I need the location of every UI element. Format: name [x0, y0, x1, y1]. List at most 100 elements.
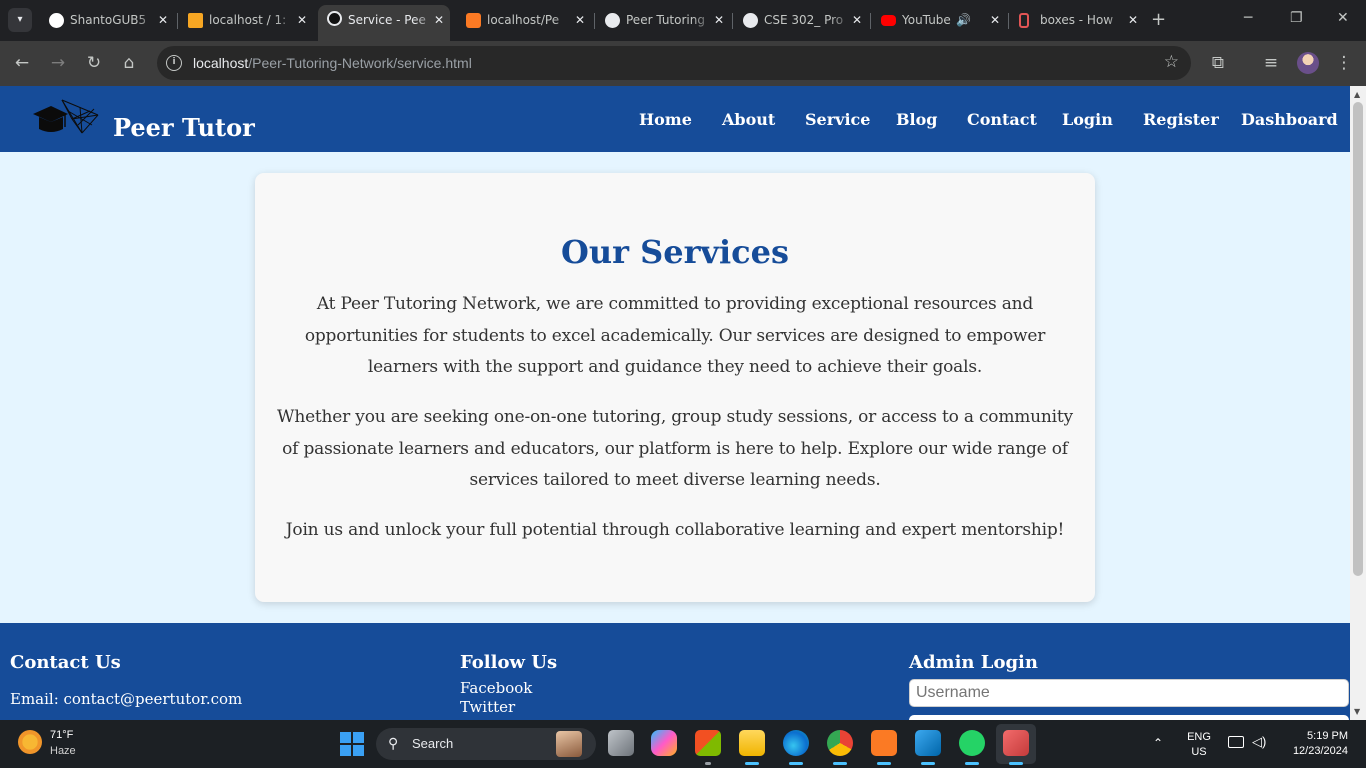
chrome-icon[interactable] [827, 730, 853, 765]
back-icon[interactable]: ← [11, 52, 33, 74]
tab-divider [1008, 13, 1009, 29]
network-icon[interactable] [1228, 736, 1244, 748]
new-tab-button[interactable]: + [1151, 9, 1166, 30]
nav-contact[interactable]: Contact [967, 110, 1037, 129]
store-icon[interactable] [695, 730, 721, 765]
tab-label: ShantoGUB5 [70, 13, 147, 27]
audio-playing-icon[interactable]: 🔊 [956, 6, 971, 35]
whatsapp-icon[interactable] [959, 730, 985, 765]
nav-login[interactable]: Login [1062, 110, 1113, 129]
xampp-icon [466, 13, 481, 28]
bookmark-star-icon[interactable]: ☆ [1164, 52, 1179, 72]
admin-username-input[interactable] [909, 679, 1349, 707]
tab-label: YouTube [902, 13, 951, 27]
close-icon[interactable]: ✕ [434, 5, 444, 35]
nav-blog[interactable]: Blog [896, 110, 937, 129]
input-language-indicator[interactable]: ENG US [1186, 730, 1212, 760]
site-footer: Contact Us Email: contact@peertutor.com … [0, 623, 1350, 720]
tab-cse302[interactable]: CSE 302_ Pro ✕ [734, 6, 868, 35]
tab-label: boxes - How [1040, 13, 1114, 27]
services-paragraph: At Peer Tutoring Network, we are committ… [304, 294, 1046, 378]
close-icon[interactable]: ✕ [158, 6, 168, 35]
task-view-icon[interactable] [608, 730, 634, 756]
tab-label: localhost / 1: [209, 13, 287, 27]
tab-search-button[interactable]: ▾ [8, 8, 32, 32]
tab-label: localhost/Pe [487, 13, 560, 27]
nav-dashboard[interactable]: Dashboard [1241, 110, 1338, 129]
nav-home[interactable]: Home [639, 110, 692, 129]
forward-icon[interactable]: → [47, 52, 69, 74]
taskbar-search[interactable]: ⚲ Search [376, 728, 596, 760]
nav-register[interactable]: Register [1143, 110, 1219, 129]
nav-about[interactable]: About [722, 110, 775, 129]
github-icon [49, 13, 64, 28]
show-hidden-icons-chevron-icon[interactable]: ⌃ [1153, 736, 1163, 750]
close-icon[interactable]: ✕ [714, 6, 724, 35]
windows-start-icon[interactable] [340, 732, 364, 756]
admin-login-heading: Admin Login [909, 652, 1038, 673]
tab-phpmyadmin[interactable]: localhost / 1: ✕ [179, 6, 313, 35]
openai-icon [605, 13, 620, 28]
windows-taskbar: 71°F Haze ⚲ Search ⌃ ENG US ◁) 5:19 PM 1… [0, 720, 1366, 768]
edge-icon[interactable] [783, 730, 809, 765]
weather-haze-icon[interactable] [18, 730, 42, 754]
tab-peer-tutoring[interactable]: Peer Tutoring ✕ [596, 6, 730, 35]
scroll-thumb[interactable] [1353, 102, 1363, 576]
site-brand[interactable]: Peer Tutor [113, 113, 255, 142]
volume-icon[interactable]: ◁) [1252, 734, 1266, 750]
close-icon[interactable]: ✕ [297, 6, 307, 35]
tab-divider [870, 13, 871, 29]
xampp-icon[interactable] [871, 730, 897, 765]
file-explorer-icon[interactable] [739, 730, 765, 765]
nav-service[interactable]: Service [805, 110, 870, 129]
system-clock[interactable]: 5:19 PM 12/23/2024 [1282, 729, 1348, 759]
address-url[interactable]: localhost/Peer-Tutoring-Network/service.… [193, 55, 472, 71]
close-icon[interactable]: ✕ [990, 6, 1000, 35]
close-icon[interactable]: ✕ [852, 6, 862, 35]
page-viewport: Peer Tutor Home About Service Blog Conta… [0, 86, 1350, 720]
weather-temperature[interactable]: 71°F [50, 729, 73, 741]
youtube-icon [881, 15, 896, 26]
graduation-cap-logo-icon[interactable] [32, 97, 100, 139]
tab-youtube[interactable]: YouTube 🔊 ✕ [872, 6, 1006, 35]
clock-time: 5:19 PM [1307, 730, 1348, 742]
search-icon: ⚲ [388, 735, 399, 751]
tab-divider [732, 13, 733, 29]
twitter-link[interactable]: Twitter [460, 698, 515, 716]
clock-date: 12/23/2024 [1292, 745, 1348, 757]
tab-service[interactable]: Service - Pee ✕ [318, 5, 450, 41]
minimize-icon[interactable]: ─ [1244, 10, 1252, 26]
browser-toolbar: ← → ↻ ⌂ i localhost/Peer-Tutoring-Networ… [0, 41, 1366, 86]
page-scrollbar[interactable]: ▲ ▼ [1350, 86, 1366, 720]
follow-heading: Follow Us [460, 652, 558, 673]
chatgpt-icon [743, 13, 758, 28]
tab-boxes[interactable]: boxes - How ✕ [1010, 6, 1144, 35]
service-icon [327, 11, 342, 26]
close-window-icon[interactable]: ✕ [1337, 10, 1349, 26]
address-bar[interactable]: i localhost/Peer-Tutoring-Network/servic… [157, 46, 1191, 80]
close-icon[interactable]: ✕ [1128, 6, 1138, 35]
profile-avatar[interactable] [1297, 52, 1319, 74]
tab-label: CSE 302_ Pro [764, 13, 844, 27]
media-control-icon[interactable]: ≡ [1260, 52, 1282, 74]
close-icon[interactable]: ✕ [575, 6, 585, 35]
reload-icon[interactable]: ↻ [83, 52, 105, 74]
site-info-icon[interactable]: i [166, 55, 182, 71]
scroll-down-arrow-icon[interactable]: ▼ [1354, 707, 1360, 716]
language-code: ENG [1187, 731, 1211, 743]
copilot-icon[interactable] [651, 730, 677, 756]
snipping-tool-icon[interactable] [1003, 730, 1029, 765]
tab-github[interactable]: ShantoGUB5 ✕ [40, 6, 174, 35]
menu-kebab-icon[interactable]: ⋮ [1333, 52, 1355, 74]
services-card: Our Services At Peer Tutoring Network, w… [255, 173, 1095, 602]
tab-label: Service - Pee [348, 13, 426, 27]
facebook-link[interactable]: Facebook [460, 679, 532, 697]
home-icon[interactable]: ⌂ [118, 52, 140, 74]
scroll-up-arrow-icon[interactable]: ▲ [1354, 90, 1360, 99]
restore-icon[interactable]: ❐ [1290, 10, 1303, 26]
tab-localhost-peer[interactable]: localhost/Pe ✕ [457, 6, 591, 35]
vscode-icon[interactable] [915, 730, 941, 765]
codepen-icon [1019, 13, 1029, 28]
extensions-icon[interactable]: ⧉ [1207, 52, 1229, 74]
weather-description[interactable]: Haze [50, 745, 76, 757]
